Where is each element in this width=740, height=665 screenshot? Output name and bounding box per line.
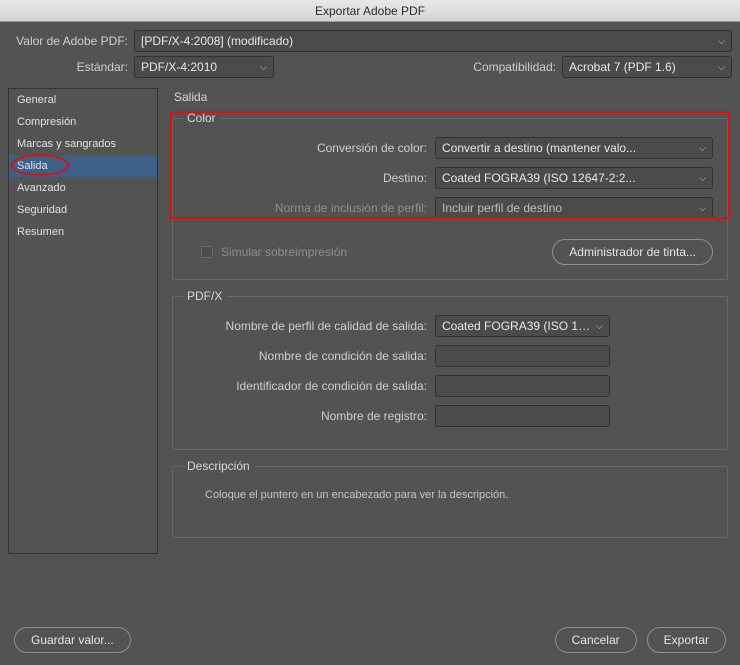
compat-dropdown[interactable]: Acrobat 7 (PDF 1.6) ⌵	[562, 56, 732, 78]
chevron-down-icon: ⌵	[699, 143, 706, 154]
condition-id-input[interactable]	[435, 375, 610, 397]
conversion-value: Convertir a destino (mantener valo...	[442, 141, 695, 155]
condition-name-input[interactable]	[435, 345, 610, 367]
sidebar-item-seguridad[interactable]: Seguridad	[9, 199, 157, 221]
ink-manager-button[interactable]: Administrador de tinta...	[552, 239, 713, 265]
cancel-button[interactable]: Cancelar	[555, 627, 637, 653]
chevron-down-icon: ⌵	[260, 62, 267, 73]
profile-policy-label: Norma de inclusión de perfil:	[187, 201, 427, 215]
registry-input[interactable]	[435, 405, 610, 427]
sidebar-item-label: Salida	[17, 160, 48, 172]
fieldset-pdfx: PDF/X Nombre de perfil de calidad de sal…	[172, 296, 728, 450]
simulate-overprint-checkbox[interactable]	[201, 246, 213, 258]
legend-pdfx: PDF/X	[183, 289, 226, 303]
compat-value: Acrobat 7 (PDF 1.6)	[569, 60, 676, 74]
sidebar: General Compresión Marcas y sangrados Sa…	[8, 88, 158, 554]
preset-dropdown[interactable]: [PDF/X-4:2008] (modificado) ⌵	[134, 30, 732, 52]
chevron-down-icon: ⌵	[718, 36, 725, 47]
legend-description: Descripción	[183, 459, 254, 473]
fieldset-description: Descripción Coloque el puntero en un enc…	[172, 466, 728, 538]
simulate-overprint-label: Simular sobreimpresión	[221, 245, 347, 259]
fieldset-color: Color Conversión de color: Convertir a d…	[172, 118, 728, 280]
sidebar-item-salida[interactable]: Salida	[9, 155, 157, 177]
description-help-text: Coloque el puntero en un encabezado para…	[187, 485, 713, 523]
chevron-down-icon: ⌵	[718, 62, 725, 73]
registry-label: Nombre de registro:	[187, 409, 427, 423]
sidebar-item-resumen[interactable]: Resumen	[9, 221, 157, 243]
sidebar-item-general[interactable]: General	[9, 89, 157, 111]
chevron-down-icon: ⌵	[596, 321, 603, 332]
chevron-down-icon: ⌵	[699, 203, 706, 214]
chevron-down-icon: ⌵	[699, 173, 706, 184]
profile-policy-dropdown[interactable]: Incluir perfil de destino ⌵	[435, 197, 713, 219]
save-preset-button[interactable]: Guardar valor...	[14, 627, 131, 653]
condition-name-label: Nombre de condición de salida:	[187, 349, 427, 363]
standard-dropdown[interactable]: PDF/X-4:2010 ⌵	[134, 56, 274, 78]
sidebar-item-compresion[interactable]: Compresión	[9, 111, 157, 133]
sidebar-item-avanzado[interactable]: Avanzado	[9, 177, 157, 199]
compat-label: Compatibilidad:	[473, 60, 556, 74]
profile-policy-value: Incluir perfil de destino	[442, 201, 695, 215]
preset-value: [PDF/X-4:2008] (modificado)	[141, 34, 293, 48]
preset-label: Valor de Adobe PDF:	[8, 34, 128, 48]
conversion-label: Conversión de color:	[187, 141, 427, 155]
standard-value: PDF/X-4:2010	[141, 60, 217, 74]
panel-title: Salida	[174, 90, 728, 104]
dest-label: Destino:	[187, 171, 427, 185]
condition-id-label: Identificador de condición de salida:	[187, 379, 427, 393]
output-intent-dropdown[interactable]: Coated FOGRA39 (ISO 126... ⌵	[435, 315, 610, 337]
legend-color: Color	[183, 111, 220, 125]
window-title: Exportar Adobe PDF	[0, 0, 740, 22]
dest-value: Coated FOGRA39 (ISO 12647-2:2...	[442, 171, 695, 185]
conversion-dropdown[interactable]: Convertir a destino (mantener valo... ⌵	[435, 137, 713, 159]
output-intent-label: Nombre de perfil de calidad de salida:	[187, 319, 427, 333]
sidebar-item-marcas[interactable]: Marcas y sangrados	[9, 133, 157, 155]
dest-dropdown[interactable]: Coated FOGRA39 (ISO 12647-2:2... ⌵	[435, 167, 713, 189]
export-button[interactable]: Exportar	[647, 627, 726, 653]
output-intent-value: Coated FOGRA39 (ISO 126...	[442, 319, 592, 333]
standard-label: Estándar:	[8, 60, 128, 74]
